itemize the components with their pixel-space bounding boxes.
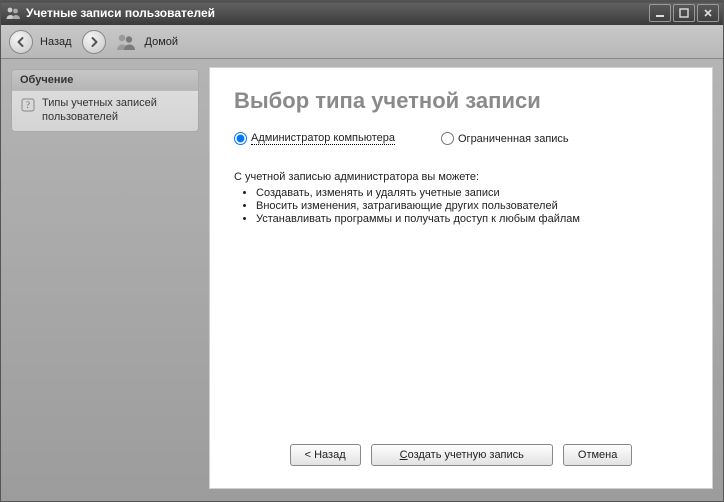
desc-bullet-3: Устанавливать программы и получать досту… [256,213,688,225]
nav-forward-button[interactable] [82,30,106,54]
description-list: Создавать, изменять и удалять учетные за… [256,186,688,226]
sidebar-item-account-types[interactable]: ? Типы учетных записей пользователей [12,91,198,131]
home-icon[interactable] [116,32,138,52]
radio-admin[interactable]: Администратор компьютера [234,132,395,145]
desc-bullet-1: Создавать, изменять и удалять учетные за… [256,187,688,199]
minimize-button[interactable] [649,4,671,22]
window-root: Учетные записи пользователей Назад Домой… [0,0,724,502]
radio-admin-label: Администратор компьютера [251,132,395,145]
close-button[interactable] [697,4,719,22]
sidebar-panel-learning: Обучение ? Типы учетных записей пользова… [11,69,199,132]
titlebar: Учетные записи пользователей [1,1,723,25]
radio-admin-input[interactable] [234,132,247,145]
description-intro: С учетной записью администратора вы може… [234,171,688,183]
radio-limited-label: Ограниченная запись [458,133,569,145]
page-title: Выбор типа учетной записи [234,88,688,114]
account-type-radio-group: Администратор компьютера Ограниченная за… [234,132,688,145]
wizard-button-row: < Назад Создать учетную запись Отмена [234,444,688,472]
radio-limited[interactable]: Ограниченная запись [441,132,569,145]
radio-limited-input[interactable] [441,132,454,145]
users-app-icon [5,5,21,21]
back-button[interactable]: < Назад [290,444,361,466]
window-body: Обучение ? Типы учетных записей пользова… [1,59,723,501]
cancel-button[interactable]: Отмена [563,444,632,466]
nav-home-label: Домой [145,36,179,48]
main-content: Выбор типа учетной записи Администратор … [209,67,713,489]
spacer [234,226,688,444]
sidebar: Обучение ? Типы учетных записей пользова… [1,59,209,501]
sidebar-heading: Обучение [12,70,198,91]
create-account-button[interactable]: Создать учетную запись [371,444,553,466]
sidebar-item-label: Типы учетных записей пользователей [42,97,190,125]
window-title: Учетные записи пользователей [26,6,647,20]
help-icon: ? [20,97,36,113]
nav-toolbar: Назад Домой [1,25,723,59]
desc-bullet-2: Вносить изменения, затрагивающие других … [256,200,688,212]
svg-text:?: ? [26,100,30,110]
nav-back-label: Назад [40,36,72,48]
nav-back-button[interactable] [9,30,33,54]
maximize-button[interactable] [673,4,695,22]
